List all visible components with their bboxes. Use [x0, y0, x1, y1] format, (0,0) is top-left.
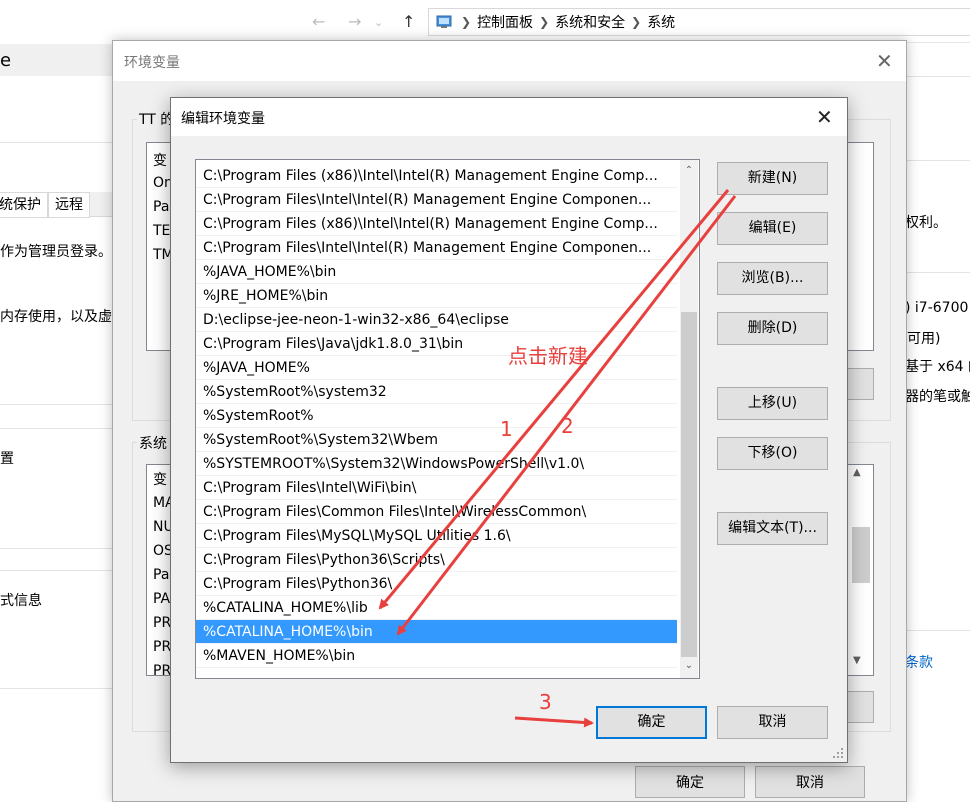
annotation-arrow-1: [378, 189, 730, 610]
annotation-step-3: 3: [539, 690, 552, 714]
annotation-arrow-3: [514, 716, 594, 728]
annotation-step-2: 2: [561, 414, 574, 438]
annotation-click-new: 点击新建: [508, 344, 588, 368]
annotation-step-1: 1: [500, 417, 513, 441]
annotation-overlay: [378, 189, 737, 728]
